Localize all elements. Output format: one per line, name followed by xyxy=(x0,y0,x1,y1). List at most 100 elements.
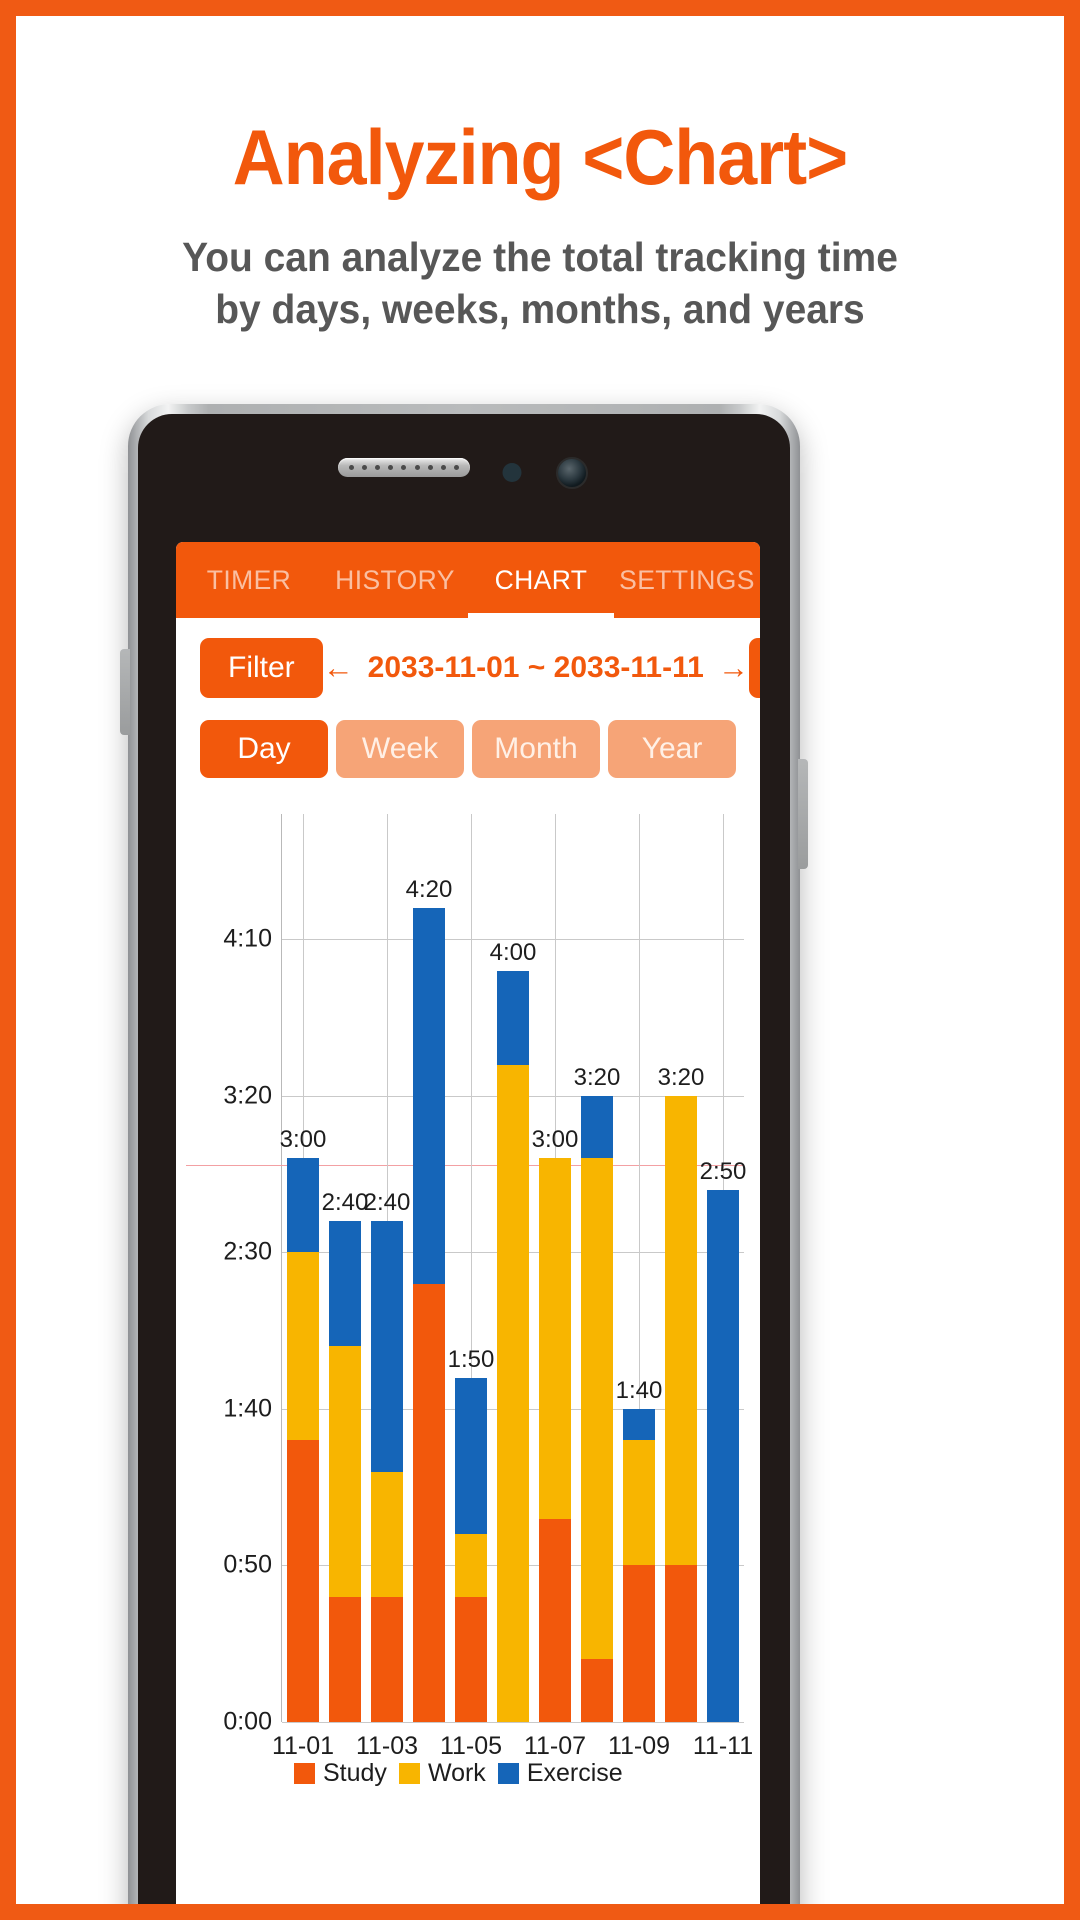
chart-bar-segment xyxy=(286,1440,320,1722)
chart-legend-item[interactable]: Exercise xyxy=(497,1759,623,1788)
phone-bezel: TIMER HISTORY CHART SETTINGS Filter ← 20… xyxy=(138,414,790,1904)
chart-legend-swatch-icon xyxy=(398,1763,420,1784)
chart-bar[interactable] xyxy=(496,970,530,1722)
chart-bar-segment xyxy=(454,1534,488,1597)
chart-bar-segment xyxy=(538,1518,572,1722)
chart-y-axis-label: 0:00 xyxy=(223,1707,272,1736)
chart-bar-segment xyxy=(328,1221,362,1347)
chart-bar-total-label: 2:50 xyxy=(699,1157,747,1185)
chart-x-axis-label: 11-03 xyxy=(355,1732,419,1760)
tab-chart[interactable]: CHART xyxy=(468,542,614,618)
chart-legend-label: Work xyxy=(427,1759,486,1787)
period-day-button[interactable]: Day xyxy=(200,720,328,778)
tab-timer[interactable]: TIMER xyxy=(176,542,322,618)
chart-bar[interactable] xyxy=(664,1095,698,1722)
chart-bar-total-label: 4:00 xyxy=(489,938,537,966)
chart-toolbar: Filter ← 2033-11-01 ~ 2033-11-11 → List xyxy=(176,618,760,698)
date-range-selector: ← 2033-11-01 ~ 2033-11-11 → xyxy=(323,650,749,686)
chart-bar-segment xyxy=(580,1659,614,1722)
chart-container: 0:00 0:50 1:40 2:30 3:20 4:10 3:00 2:40 2:40 4:20… xyxy=(176,800,760,1810)
filter-button[interactable]: Filter xyxy=(200,638,323,698)
chart-bar-segment xyxy=(622,1440,656,1566)
chart-bar-segment xyxy=(622,1565,656,1722)
period-year-button[interactable]: Year xyxy=(608,720,736,778)
chart-x-axis-label: 11-11 xyxy=(692,1732,754,1760)
chart-bar-segment xyxy=(622,1408,656,1441)
chart-bar-segment xyxy=(496,1064,530,1722)
chart-bar-segment xyxy=(538,1158,572,1519)
period-month-button[interactable]: Month xyxy=(472,720,600,778)
chart-bar[interactable] xyxy=(580,1095,614,1722)
phone-volume-button xyxy=(120,649,130,735)
chart-bar-segment xyxy=(328,1346,362,1597)
chart-x-axis-label: 11-07 xyxy=(523,1732,587,1760)
chart-bar-total-label: 3:20 xyxy=(573,1063,621,1091)
chart-legend-swatch-icon xyxy=(294,1763,315,1784)
chart-bar-total-label: 1:40 xyxy=(615,1376,663,1404)
chart-bar-segment xyxy=(370,1471,404,1597)
chart-bar-total-label: 3:00 xyxy=(279,1126,327,1154)
chart-bar-segment xyxy=(706,1189,740,1722)
chart-bar-segment xyxy=(454,1377,488,1535)
prev-range-arrow-icon[interactable]: ← xyxy=(323,650,354,686)
chart-bar[interactable] xyxy=(328,1221,362,1722)
chart-bar-total-label: 4:20 xyxy=(405,875,453,903)
chart-x-axis-label: 11-09 xyxy=(607,1732,671,1760)
page-subtitle: You can analyze the total tracking time … xyxy=(42,231,1038,335)
chart-bar-segment xyxy=(454,1596,488,1722)
tab-history[interactable]: HISTORY xyxy=(322,542,468,618)
chart-bar-segment xyxy=(664,1565,698,1722)
chart-bar-total-label: 2:40 xyxy=(363,1189,411,1217)
chart-bar[interactable] xyxy=(622,1408,656,1722)
chart-x-axis-label: 11-01 xyxy=(271,1732,335,1760)
chart-bar[interactable] xyxy=(286,1158,320,1722)
chart-legend: Study Work Exercise xyxy=(294,1759,623,1788)
phone-top-hardware xyxy=(138,452,790,489)
chart-bar[interactable] xyxy=(706,1189,740,1722)
chart-bar-segment xyxy=(496,970,530,1065)
chart-legend-item[interactable]: Work xyxy=(398,1759,486,1788)
chart-bar[interactable] xyxy=(412,907,446,1722)
chart-bar[interactable] xyxy=(538,1158,572,1722)
chart-bar-segment xyxy=(286,1158,320,1253)
chart-bar-total-label: 3:00 xyxy=(531,1126,579,1154)
front-camera-icon xyxy=(556,457,588,489)
chart-bar-total-label: 3:20 xyxy=(657,1063,705,1091)
chart-bar-segment xyxy=(412,907,446,1284)
phone-mockup: TIMER HISTORY CHART SETTINGS Filter ← 20… xyxy=(120,404,808,1904)
period-week-button[interactable]: Week xyxy=(336,720,464,778)
page-subtitle-line-2: by days, weeks, months, and years xyxy=(215,286,865,333)
chart-bar-segment xyxy=(580,1158,614,1660)
phone-power-button xyxy=(798,759,808,869)
period-selector: Day Week Month Year xyxy=(176,698,760,778)
chart-bar-total-label: 1:50 xyxy=(447,1345,495,1373)
chart-legend-swatch-icon xyxy=(497,1763,519,1784)
chart-y-axis-label: 0:50 xyxy=(223,1550,272,1579)
page-subtitle-line-1: You can analyze the total tracking time xyxy=(182,234,898,280)
speaker-grill-icon xyxy=(338,458,470,477)
chart-legend-label: Exercise xyxy=(526,1759,623,1787)
tab-settings[interactable]: SETTINGS xyxy=(614,542,760,618)
chart-y-axis-label: 4:10 xyxy=(223,924,272,953)
chart-y-axis-label: 2:30 xyxy=(223,1237,272,1266)
tab-bar: TIMER HISTORY CHART SETTINGS xyxy=(176,542,760,618)
chart-bar-segment xyxy=(328,1596,362,1722)
chart-bar[interactable] xyxy=(370,1221,404,1722)
chart-gridline xyxy=(282,1722,744,1723)
page-title: Analyzing <Chart> xyxy=(232,113,848,201)
chart-legend-item[interactable]: Study xyxy=(294,1759,387,1788)
chart-y-axis-label: 3:20 xyxy=(223,1081,272,1110)
chart-bar[interactable] xyxy=(454,1377,488,1722)
promo-card: Analyzing <Chart> You can analyze the to… xyxy=(16,16,1064,1904)
chart-average-line xyxy=(186,1164,744,1167)
next-range-arrow-icon[interactable]: → xyxy=(718,650,749,686)
chart-bar-total-label: 2:40 xyxy=(321,1189,369,1217)
chart-bar-segment xyxy=(370,1596,404,1722)
chart-legend-label: Study xyxy=(323,1759,387,1787)
chart-bar-segment xyxy=(580,1095,614,1159)
chart-plot-area[interactable]: 0:00 0:50 1:40 2:30 3:20 4:10 3:00 2:40 2:40 4:20… xyxy=(186,814,753,1760)
date-range-label: 2033-11-01 ~ 2033-11-11 xyxy=(367,651,704,684)
chart-bar-segment xyxy=(412,1283,446,1722)
list-button[interactable]: List xyxy=(748,638,760,698)
chart-bar-segment xyxy=(286,1252,320,1441)
